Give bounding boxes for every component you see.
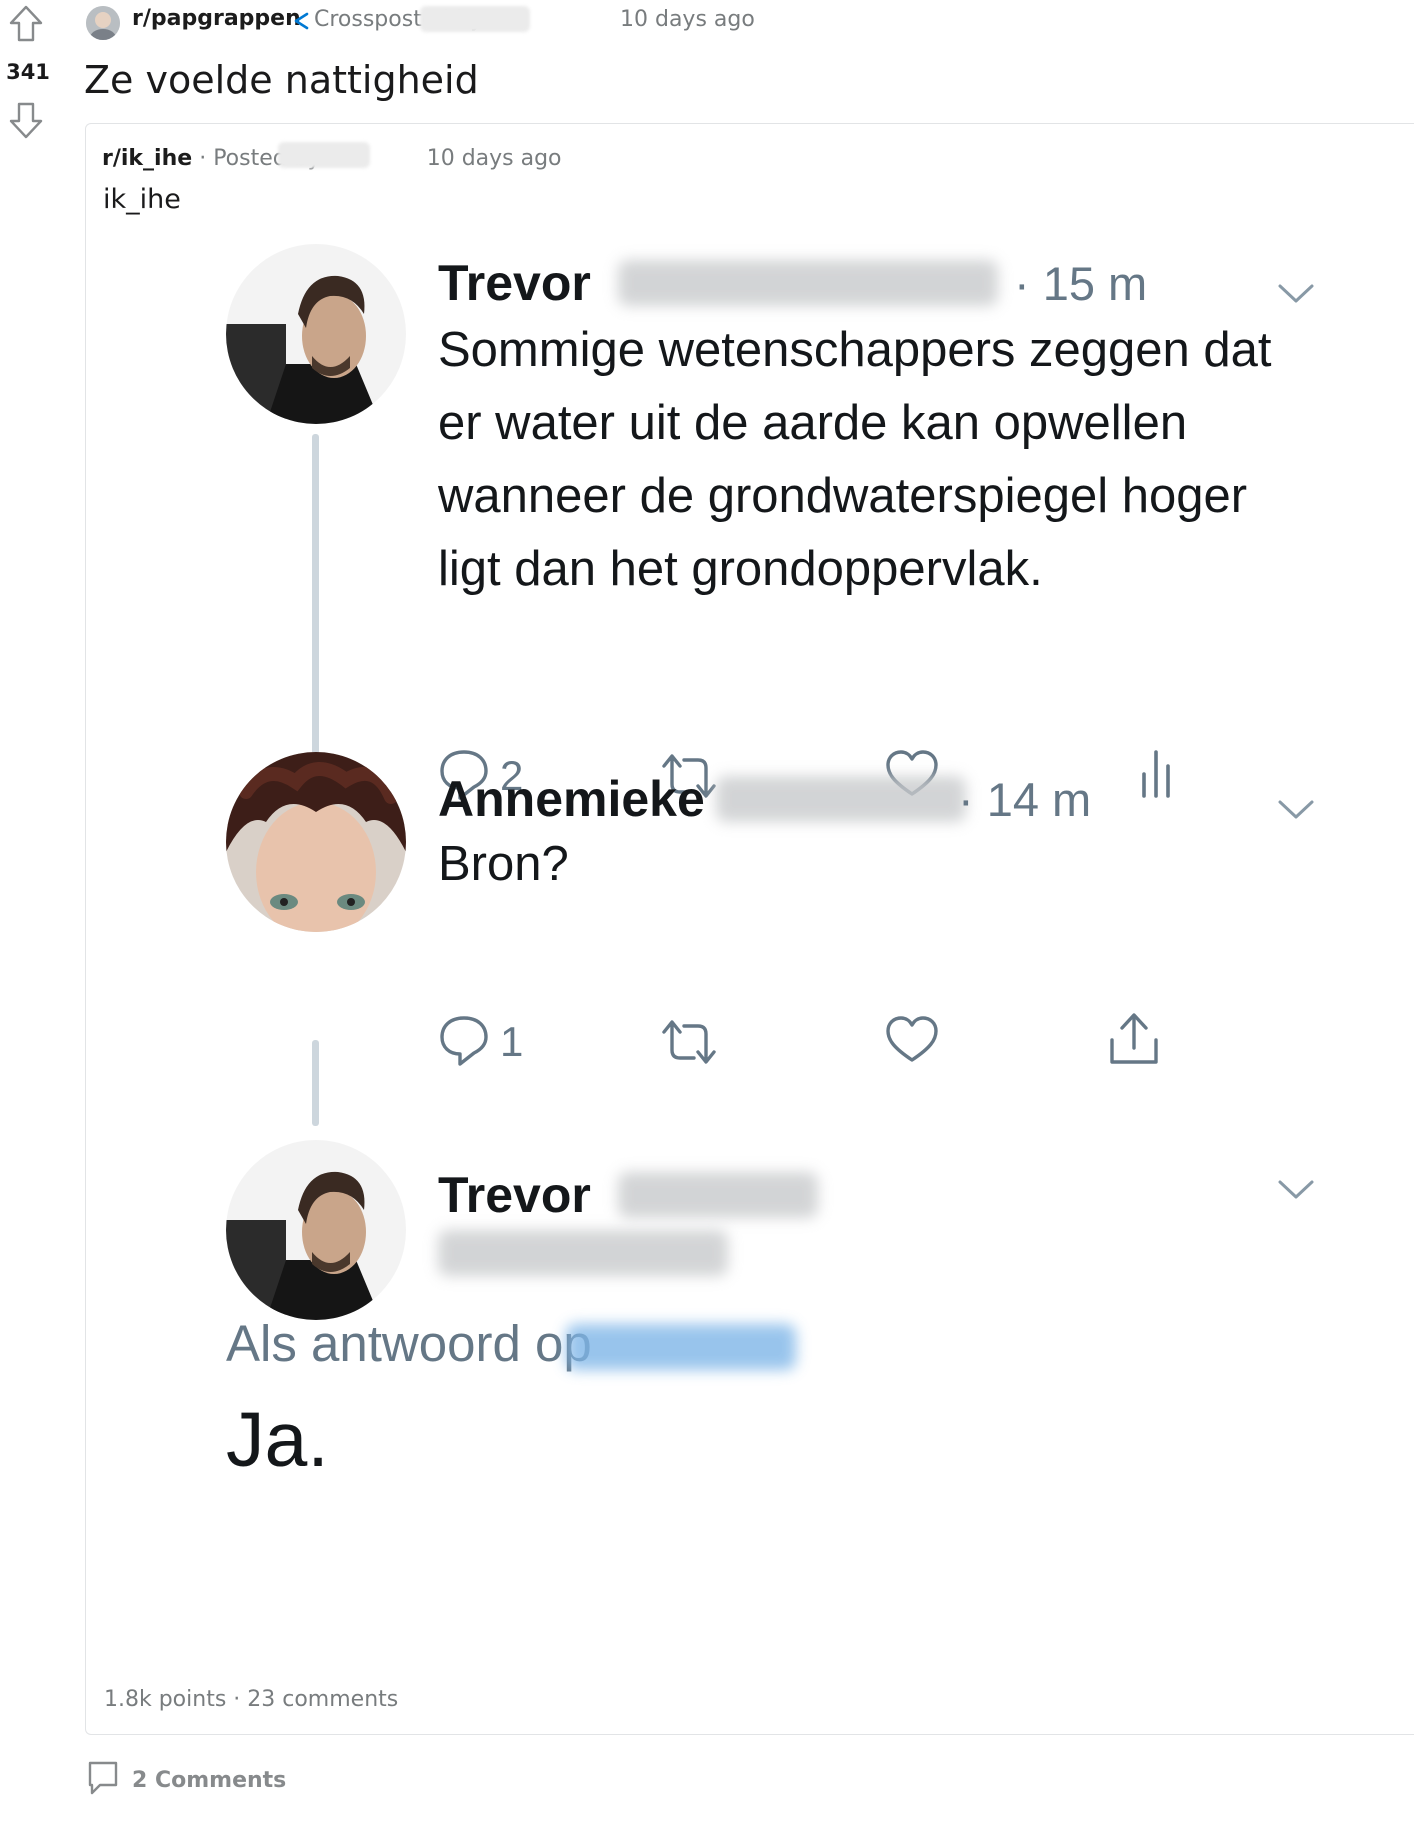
tweet-time: · 14 m xyxy=(958,773,1092,826)
avatar-annemieke xyxy=(226,752,406,932)
post-time: 10 days ago xyxy=(620,7,755,32)
tweet-text: Ja. xyxy=(226,1397,329,1483)
poster-username-redacted xyxy=(278,142,370,168)
analytics-button[interactable] xyxy=(1138,746,1178,806)
chevron-down-icon[interactable] xyxy=(1276,282,1316,306)
crosspost-body-text: ik_ihe xyxy=(103,184,181,215)
thread-connector xyxy=(312,434,319,766)
share-button[interactable] xyxy=(1106,1010,1162,1070)
post-title[interactable]: Ze voelde nattigheid xyxy=(84,58,479,102)
downvote-icon[interactable] xyxy=(8,100,44,140)
subreddit-link[interactable]: r/papgrappen xyxy=(132,6,301,31)
tweet-time: · 15 m xyxy=(1014,257,1148,310)
tweet-author-name: Trevor xyxy=(438,1167,591,1223)
chevron-down-icon[interactable] xyxy=(1276,798,1316,822)
vote-score: 341 xyxy=(6,60,50,84)
like-icon xyxy=(884,1014,940,1066)
crossposter-username-redacted xyxy=(420,6,530,32)
tweet-text: Sommige wetenschappers zeggen dat er wat… xyxy=(438,323,1272,596)
meta-separator: · xyxy=(199,146,207,171)
avatar-trevor xyxy=(226,1140,406,1320)
reply-to-label: Als antwoord op xyxy=(226,1315,592,1372)
share-icon xyxy=(1106,1010,1162,1068)
reply-button[interactable]: 1 xyxy=(438,1012,548,1072)
tweet-screenshot: Trevor · 15 m Sommige wetenschappers zeg… xyxy=(86,244,1414,1664)
tweet-author-name: Annemieke xyxy=(438,771,705,827)
chevron-down-icon[interactable] xyxy=(1276,1178,1316,1202)
crosspost-card[interactable]: r/ik_ihe · Posted by 10 days ago ik_ihe … xyxy=(85,123,1414,1735)
like-button[interactable] xyxy=(884,1014,940,1074)
retweet-button[interactable] xyxy=(658,1016,720,1076)
tweet-handle-redacted xyxy=(716,776,966,822)
subreddit-avatar[interactable] xyxy=(86,6,120,40)
tweet-handle-redacted xyxy=(618,1172,818,1218)
comments-count-label: 2 Comments xyxy=(132,1767,287,1793)
tweet-handle-redacted xyxy=(438,1230,728,1276)
tweet-author-name: Trevor xyxy=(438,255,591,311)
tweet-text: Bron? xyxy=(438,837,569,891)
crosspost-icon xyxy=(292,10,310,32)
comment-icon xyxy=(86,1759,120,1801)
tweet-handle-redacted xyxy=(618,260,998,306)
reply-to-handle-redacted xyxy=(566,1324,796,1370)
thread-connector xyxy=(312,1040,319,1126)
upvote-icon[interactable] xyxy=(8,4,44,44)
comments-button[interactable]: 2 Comments xyxy=(86,1758,286,1802)
retweet-icon xyxy=(658,1016,720,1068)
avatar-trevor xyxy=(226,244,406,424)
reply-icon xyxy=(438,1012,548,1068)
reply-count: 1 xyxy=(500,1018,524,1065)
crosspost-subreddit-link[interactable]: r/ik_ihe xyxy=(102,146,192,171)
crosspost-stats[interactable]: 1.8k points · 23 comments xyxy=(104,1687,398,1712)
analytics-icon xyxy=(1138,746,1178,800)
crosspost-time: 10 days ago xyxy=(426,146,562,171)
